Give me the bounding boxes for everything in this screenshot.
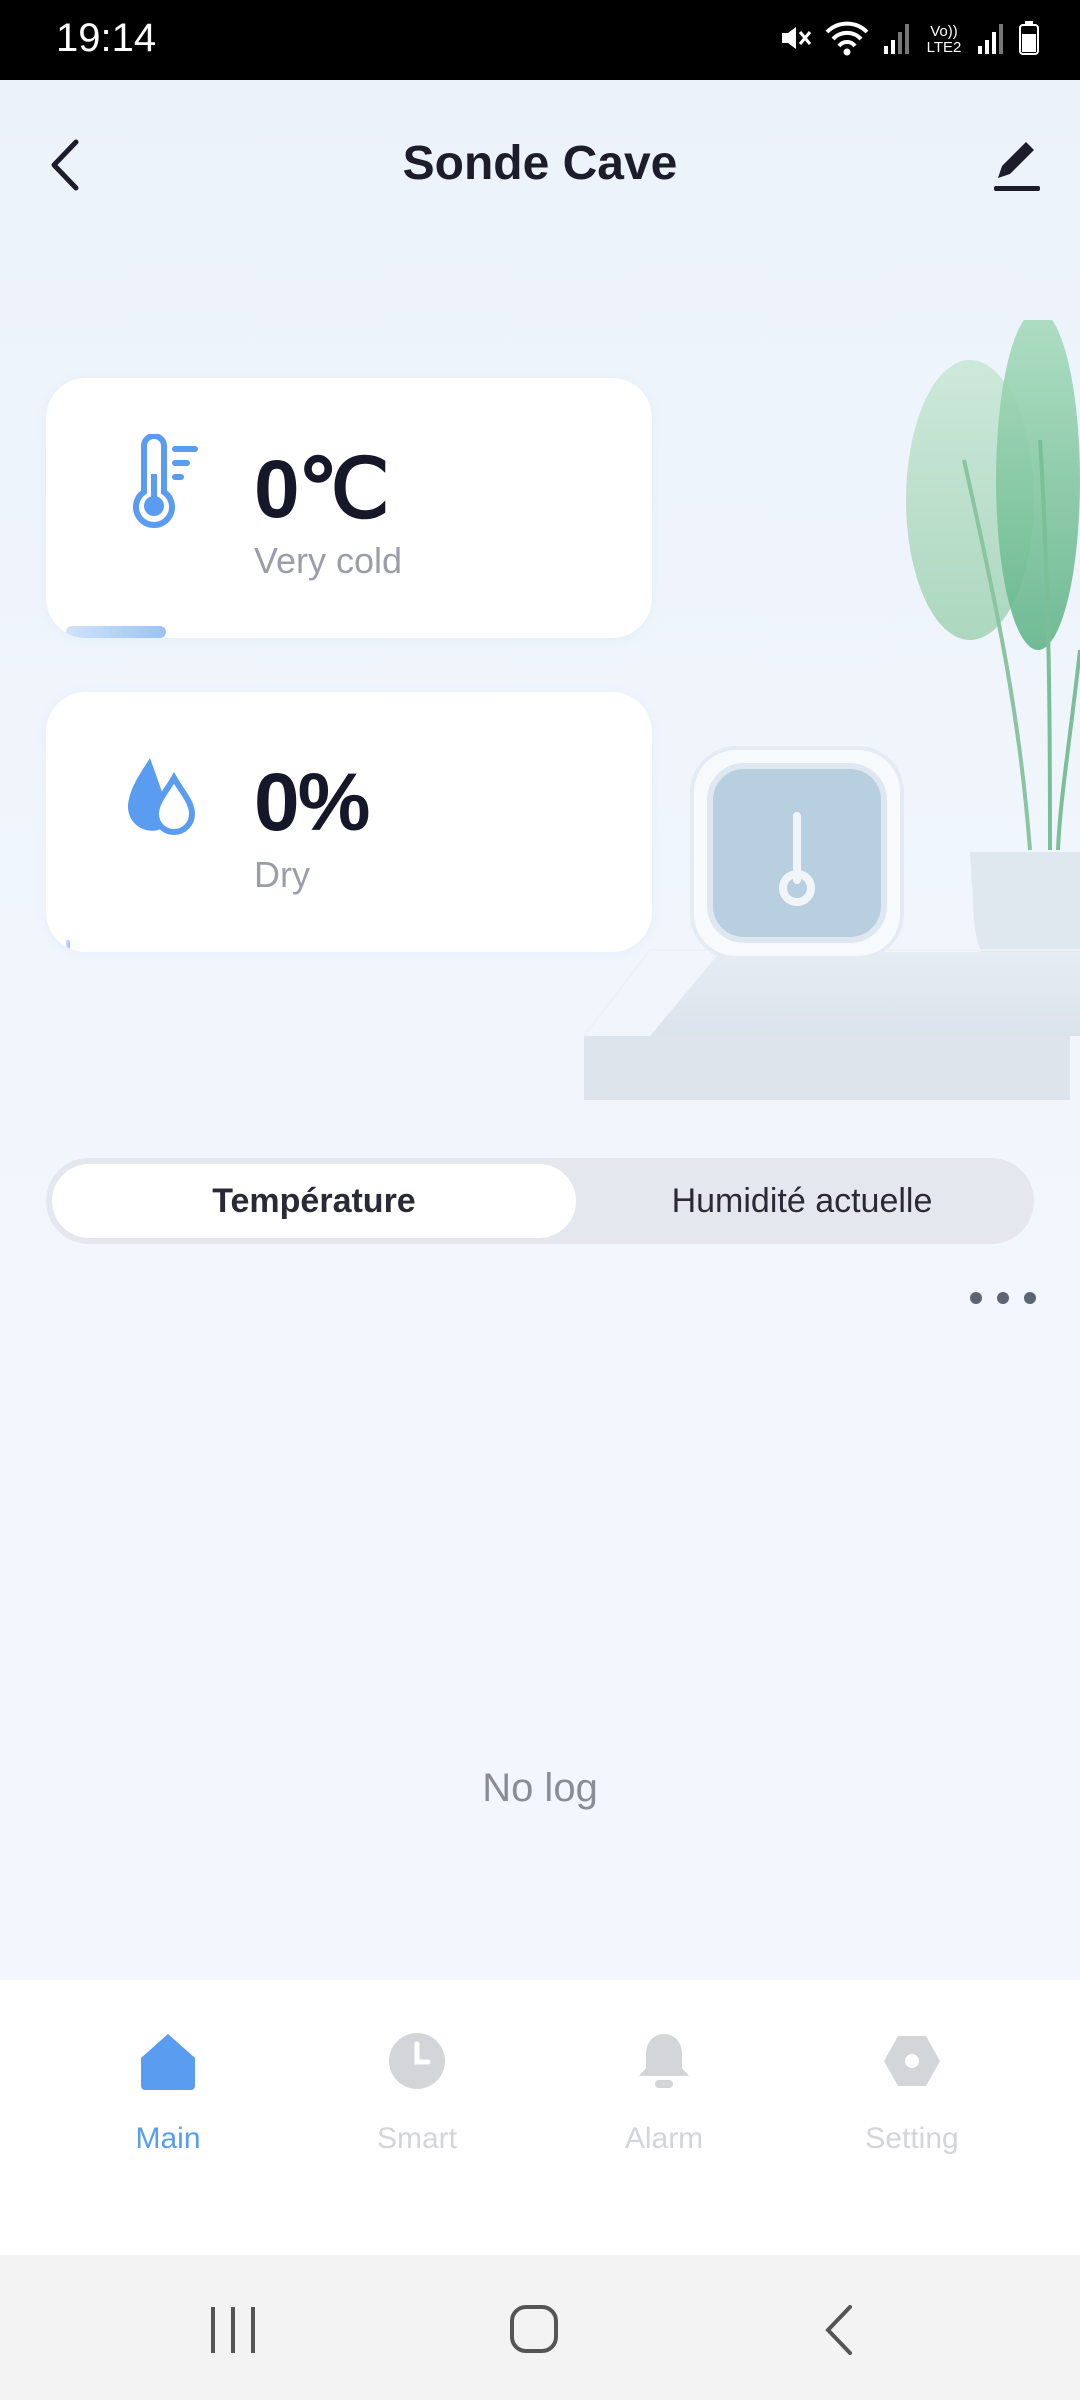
more-dot <box>997 1292 1009 1304</box>
humidity-status: Dry <box>254 854 310 895</box>
home-circle-icon <box>510 2305 558 2353</box>
nav-alarm-label: Alarm <box>624 2122 704 2155</box>
home-icon <box>137 2030 199 2092</box>
signal-icon <box>976 20 1006 61</box>
nav-setting[interactable]: Setting <box>812 2030 1012 2156</box>
nav-smart[interactable]: Smart <box>317 2030 517 2156</box>
thermometer-icon <box>112 433 212 534</box>
recent-apps-icon <box>211 2307 255 2353</box>
chart-tab-switcher: Température Humidité actuelle <box>46 1158 1034 1244</box>
volte-text: Vo)) LTE2 <box>926 23 962 56</box>
temperature-card[interactable]: 0℃ Very cold <box>46 378 652 638</box>
nav-setting-label: Setting <box>865 2122 959 2155</box>
hexagon-gear-icon <box>881 2030 943 2092</box>
status-bar: 19:14 Vo)) LTE2 <box>0 0 1080 80</box>
temperature-status: Very cold <box>254 540 403 581</box>
more-dot <box>1024 1292 1036 1304</box>
water-drops-icon <box>112 748 212 848</box>
header: Sonde Cave <box>0 80 1080 250</box>
more-dot <box>970 1292 982 1304</box>
temperature-level-bar <box>66 626 166 638</box>
tab-humidity[interactable]: Humidité actuelle <box>576 1164 1028 1238</box>
humidity-card[interactable]: 0% Dry <box>46 692 652 952</box>
app-screen: 19:14 Vo)) LTE2 Sonde Cave 0℃ Very cold … <box>0 0 1080 2400</box>
home-button[interactable] <box>504 2305 564 2355</box>
nav-main-label: Main <box>135 2122 201 2155</box>
pencil-icon <box>994 142 1040 191</box>
page-title: Sonde Cave <box>402 137 678 190</box>
status-time: 19:14 <box>56 16 157 60</box>
sensor-illustration <box>580 310 1080 1100</box>
system-navigation-bar <box>0 2255 1080 2400</box>
nav-alarm[interactable]: Alarm <box>564 2030 764 2156</box>
status-icons: Vo)) LTE2 <box>776 18 1040 62</box>
clock-icon <box>386 2030 448 2092</box>
wifi-icon <box>824 18 870 63</box>
recent-apps-button[interactable] <box>203 2305 263 2355</box>
humidity-level-bar <box>66 940 70 952</box>
edit-button[interactable] <box>980 130 1050 200</box>
bell-icon <box>633 2030 695 2092</box>
nav-smart-label: Smart <box>376 2122 457 2155</box>
volte-lte2-icon: Vo)) LTE2 <box>924 24 964 56</box>
tab-temperature[interactable]: Température <box>52 1164 576 1238</box>
empty-state-text: No log <box>482 1766 598 1810</box>
humidity-value: 0% <box>254 757 371 848</box>
mute-icon <box>776 20 812 61</box>
nav-main[interactable]: Main <box>68 2030 268 2156</box>
back-chevron-icon <box>825 2305 852 2355</box>
battery-icon <box>1018 20 1040 61</box>
more-options-button[interactable] <box>970 1286 1036 1310</box>
temperature-value: 0℃ <box>254 444 390 535</box>
system-back-button[interactable] <box>810 2305 870 2355</box>
bottom-navigation: Main Smart Alarm Setting <box>0 1980 1080 2255</box>
signal-icon <box>882 20 912 61</box>
